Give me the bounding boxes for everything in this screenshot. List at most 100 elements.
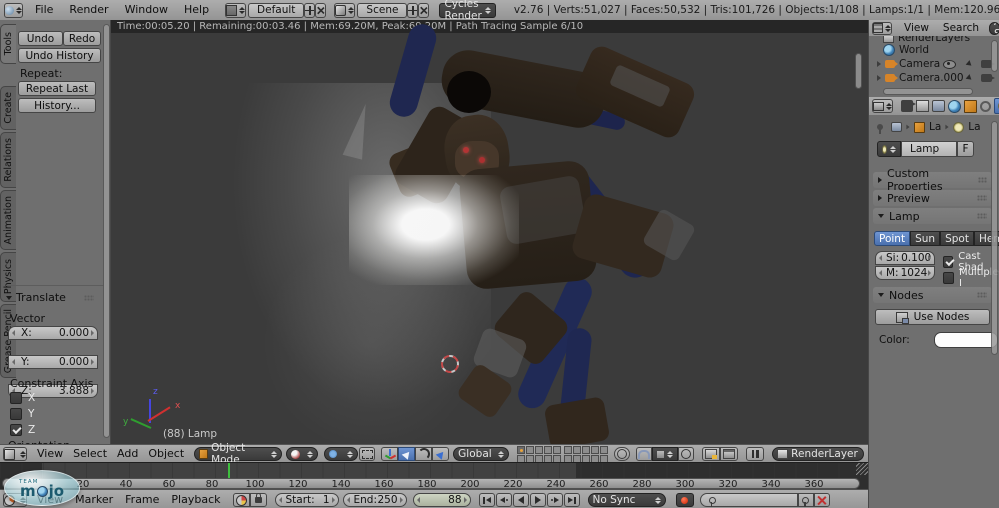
nodes-panel-header[interactable]: Nodes — [873, 287, 992, 303]
constraint-z-row[interactable]: Z — [10, 424, 35, 436]
add-scene-button[interactable] — [407, 3, 418, 18]
translate-y-field[interactable]: Y: 0.000 — [8, 355, 98, 369]
constraint-x-row[interactable]: X — [10, 392, 35, 404]
breadcrumb-scene-icon[interactable] — [891, 122, 902, 132]
constraint-y-row[interactable]: Y — [10, 408, 34, 420]
manipulator-toggle-button[interactable] — [381, 447, 398, 461]
lock-range-button[interactable] — [250, 493, 267, 507]
play-button[interactable] — [530, 493, 546, 507]
use-nodes-button[interactable]: Use Nodes — [875, 309, 990, 325]
outliner-row-renderlayers[interactable]: RenderLayers — [869, 36, 999, 43]
viewport-3d[interactable]: Time:00:05.20 | Remaining:00:03.46 | Mem… — [111, 20, 868, 444]
properties-scrollbar[interactable] — [991, 121, 998, 355]
redo-button[interactable]: Redo — [63, 31, 101, 46]
fake-user-button[interactable]: F — [957, 141, 974, 157]
layer-cell[interactable] — [535, 446, 543, 454]
layer-cell[interactable] — [553, 446, 561, 454]
timeline-canvas[interactable] — [0, 463, 868, 478]
preview-panel-header[interactable]: Preview — [873, 190, 992, 206]
pivot-dropdown[interactable] — [324, 447, 358, 461]
outliner-menu-search[interactable]: Search — [939, 19, 983, 37]
occlude-geometry-button[interactable] — [614, 447, 630, 461]
menu-select[interactable]: Select — [69, 445, 111, 463]
outliner-row-world[interactable]: World — [869, 43, 999, 57]
menu-help[interactable]: Help — [180, 1, 213, 19]
layer-cell[interactable] — [544, 446, 552, 454]
lamp-type-point[interactable]: Point — [874, 231, 910, 246]
insert-keyframe-button[interactable] — [798, 493, 814, 507]
outliner-h-scrollbar[interactable] — [883, 88, 973, 95]
checkbox-y[interactable] — [10, 408, 22, 420]
tab-lamp-data-active[interactable] — [994, 98, 999, 114]
tab-renderlayers-icon[interactable] — [916, 100, 929, 112]
screen-layout-field[interactable]: Default — [248, 3, 304, 18]
transform-orientation-dropdown[interactable]: Global — [453, 447, 509, 461]
lamp-samples-field[interactable]: M: 1024 — [875, 266, 935, 280]
tab-world-icon[interactable] — [948, 100, 961, 113]
lamp-size-field[interactable]: Si: 0.100 — [875, 251, 935, 265]
menu-window[interactable]: Window — [121, 1, 172, 19]
pause-preview-button[interactable] — [746, 447, 764, 461]
jump-to-end-button[interactable] — [564, 493, 580, 507]
next-keyframe-button[interactable] — [547, 493, 563, 507]
selectability-arrow-icon[interactable] — [966, 60, 974, 68]
renderlayer-dropdown[interactable]: RenderLayer — [772, 447, 864, 461]
use-preview-range-button[interactable] — [233, 493, 250, 507]
sync-dropdown[interactable]: No Sync — [588, 493, 666, 507]
layer-cell[interactable] — [573, 446, 581, 454]
outliner-row-camera[interactable]: Camera — [869, 57, 999, 71]
translate-manipulator-button[interactable] — [398, 447, 415, 461]
layer-cell[interactable] — [526, 446, 534, 454]
tab-animation[interactable]: Animation — [0, 190, 16, 250]
record-button[interactable] — [676, 493, 694, 507]
play-reverse-button[interactable] — [513, 493, 529, 507]
history-button[interactable]: History... — [18, 98, 96, 113]
editor-type-button-outliner[interactable] — [872, 22, 892, 35]
visibility-eye-icon[interactable] — [943, 60, 956, 69]
layer-cell[interactable] — [582, 446, 590, 454]
editor-type-button-properties[interactable] — [872, 99, 893, 113]
breadcrumb-lamp-icon[interactable] — [953, 122, 964, 133]
keying-set-field[interactable] — [700, 493, 798, 507]
renderability-camera-icon[interactable] — [981, 74, 992, 82]
opengl-render-anim-button[interactable] — [720, 447, 738, 461]
snap-target-button[interactable] — [678, 447, 694, 461]
lamp-type-sun[interactable]: Sun — [910, 231, 940, 246]
scale-manipulator-button[interactable] — [432, 447, 449, 461]
timeline-menu-frame[interactable]: Frame — [121, 491, 163, 508]
outliner-menu-view[interactable]: View — [900, 19, 933, 37]
lamp-type-spot[interactable]: Spot — [940, 231, 974, 246]
render-engine-dropdown[interactable]: Cycles Render — [439, 3, 495, 18]
selectability-arrow-icon[interactable] — [966, 74, 974, 82]
multiple-importance-checkbox[interactable] — [943, 272, 954, 284]
outliner-row-camera-000[interactable]: Camera.000 — [869, 71, 999, 85]
snap-element-dropdown[interactable] — [652, 447, 678, 461]
add-layout-button[interactable] — [304, 3, 315, 18]
color-swatch[interactable] — [934, 332, 998, 348]
viewport-scrollbar[interactable] — [855, 53, 862, 89]
menu-add[interactable]: Add — [113, 445, 142, 463]
undo-history-button[interactable]: Undo History — [18, 48, 101, 63]
menu-object[interactable]: Object — [144, 445, 188, 463]
checkbox-x[interactable] — [10, 392, 22, 404]
tab-tools[interactable]: Tools — [0, 24, 16, 64]
prev-keyframe-button[interactable] — [496, 493, 512, 507]
custom-properties-panel-header[interactable]: Custom Properties — [873, 172, 992, 188]
menu-render[interactable]: Render — [65, 1, 112, 19]
opengl-render-button[interactable] — [702, 447, 720, 461]
rotate-manipulator-button[interactable] — [415, 447, 432, 461]
end-frame-field[interactable]: End: 250 — [343, 493, 407, 507]
layer-cell[interactable] — [564, 446, 572, 454]
snap-toggle-button[interactable] — [636, 447, 652, 461]
tab-render-icon[interactable] — [901, 100, 913, 112]
checkbox-z[interactable] — [10, 424, 22, 436]
layer-cell[interactable] — [600, 446, 608, 454]
undo-button[interactable]: Undo — [18, 31, 63, 46]
breadcrumb-object-icon[interactable] — [914, 122, 925, 133]
menu-view[interactable]: View — [33, 445, 67, 463]
translate-x-field[interactable]: X: 0.000 — [8, 326, 98, 340]
tool-shelf-scrollbar[interactable] — [103, 24, 110, 438]
timeline-menu-playback[interactable]: Playback — [167, 491, 224, 508]
tab-constraints-icon[interactable] — [980, 101, 991, 112]
current-frame-field[interactable]: 88 — [413, 493, 471, 507]
